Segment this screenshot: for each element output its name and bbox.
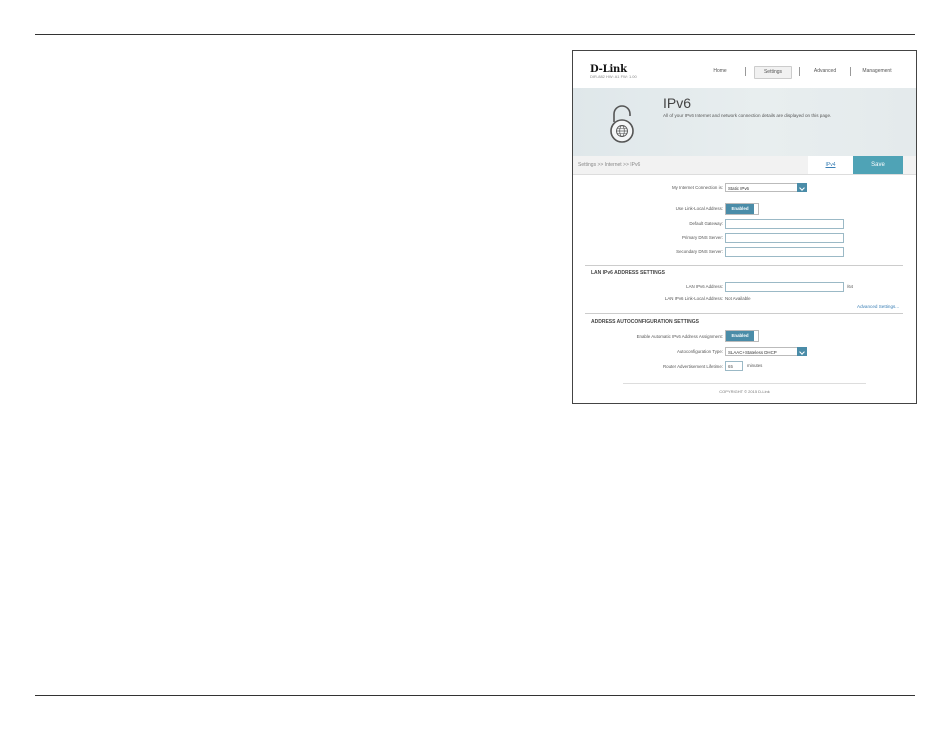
nav-settings[interactable]: Settings bbox=[754, 66, 792, 79]
autoconfig-type-select[interactable]: SLAAC+Stateless DHCP bbox=[725, 347, 807, 356]
lan-link-local-label: LAN IPv6 Link-Local Address: bbox=[664, 296, 723, 301]
ra-lifetime-input[interactable]: 65 bbox=[725, 361, 743, 371]
secondary-dns-label: Secondary DNS Server: bbox=[676, 249, 723, 254]
connection-type-select[interactable]: Static IPv6 bbox=[725, 183, 807, 192]
nav-management[interactable]: Management bbox=[857, 66, 897, 77]
link-local-toggle-state: Enabled bbox=[726, 204, 754, 214]
auto-assign-label: Enable Automatic IPv6 Address Assignment… bbox=[636, 334, 723, 339]
link-local-toggle[interactable]: Enabled bbox=[725, 203, 759, 215]
lan-address-input[interactable] bbox=[725, 282, 844, 292]
router-ui-screenshot: D-Link DIR-882 HW: A1 FW: 1.00 Home Sett… bbox=[572, 50, 917, 404]
nav-advanced[interactable]: Advanced bbox=[809, 66, 841, 77]
ipv4-link[interactable]: IPv4 bbox=[808, 156, 853, 174]
nav-separator bbox=[799, 67, 800, 76]
auto-assign-toggle[interactable]: Enabled bbox=[725, 330, 759, 342]
copyright: COPYRIGHT © 2015 D-Link bbox=[719, 389, 770, 394]
default-gateway-label: Default Gateway: bbox=[689, 221, 723, 226]
ra-lifetime-label: Router Advertisement Lifetime: bbox=[662, 364, 723, 369]
lan-section-title: LAN IPv6 ADDRESS SETTINGS bbox=[591, 270, 665, 276]
autoconfig-type-label: Autoconfiguration Type: bbox=[676, 349, 723, 354]
secondary-dns-input[interactable] bbox=[725, 247, 844, 257]
advanced-settings-link[interactable]: Advanced Settings... bbox=[857, 304, 899, 309]
footer-divider bbox=[623, 383, 866, 384]
primary-dns-input[interactable] bbox=[725, 233, 844, 243]
ra-lifetime-value: 65 bbox=[728, 364, 733, 369]
chevron-down-icon bbox=[797, 183, 807, 192]
link-local-label: Use Link-Local Address: bbox=[675, 206, 723, 211]
autoconfig-section-title: ADDRESS AUTOCONFIGURATION SETTINGS bbox=[591, 319, 699, 325]
save-button[interactable]: Save bbox=[853, 156, 903, 174]
section-divider bbox=[585, 265, 903, 266]
ra-lifetime-unit: minutes bbox=[747, 363, 763, 368]
auto-assign-toggle-state: Enabled bbox=[726, 331, 754, 341]
bottom-rule bbox=[35, 695, 915, 696]
nav-separator bbox=[850, 67, 851, 76]
nav-home[interactable]: Home bbox=[705, 66, 735, 77]
connection-type-label: My Internet Connection is: bbox=[671, 185, 723, 190]
nav-separator bbox=[745, 67, 746, 76]
model-info: DIR-882 HW: A1 FW: 1.00 bbox=[590, 74, 637, 79]
breadcrumb-bar: Settings >> Internet >> IPv6 IPv4 Save bbox=[573, 156, 916, 175]
section-divider bbox=[585, 313, 903, 314]
lan-prefix: /64 bbox=[847, 284, 854, 289]
chevron-down-icon bbox=[797, 347, 807, 356]
page-title: IPv6 bbox=[663, 95, 692, 111]
primary-dns-label: Primary DNS Server: bbox=[682, 235, 723, 240]
lan-link-local-value: Not Available bbox=[725, 296, 751, 301]
lock-globe-icon bbox=[610, 105, 634, 143]
top-rule bbox=[35, 34, 915, 35]
autoconfig-type-value: SLAAC+Stateless DHCP bbox=[728, 350, 777, 355]
breadcrumb: Settings >> Internet >> IPv6 bbox=[578, 162, 641, 168]
header: D-Link DIR-882 HW: A1 FW: 1.00 Home Sett… bbox=[573, 51, 916, 88]
page-banner: IPv6 All of your IPv6 Internet and netwo… bbox=[573, 88, 916, 156]
default-gateway-input[interactable] bbox=[725, 219, 844, 229]
connection-type-value: Static IPv6 bbox=[728, 186, 749, 191]
lan-address-label: LAN IPv6 Address: bbox=[686, 284, 723, 289]
page-description: All of your IPv6 Internet and network co… bbox=[663, 113, 832, 118]
